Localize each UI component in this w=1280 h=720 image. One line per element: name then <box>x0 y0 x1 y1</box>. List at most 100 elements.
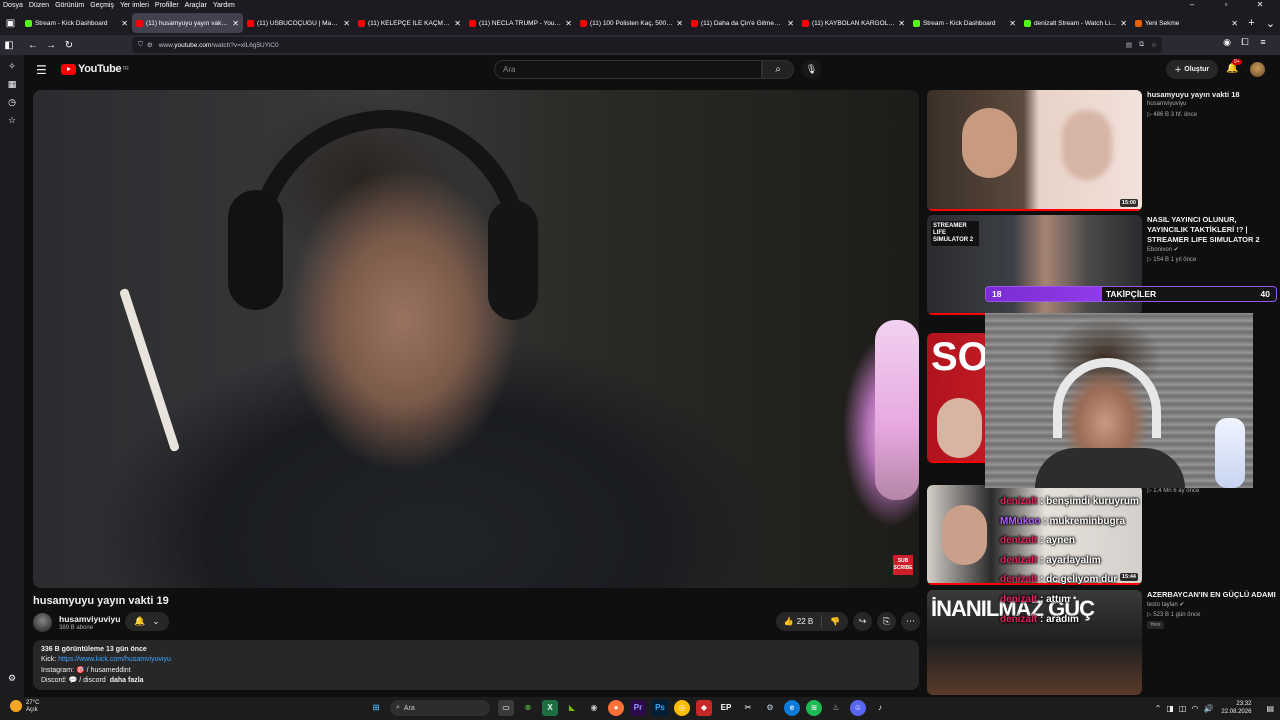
reload-icon[interactable]: ↻ <box>60 40 78 51</box>
close-tab-icon[interactable]: ✕ <box>565 19 572 28</box>
create-button[interactable]: + Oluştur <box>1166 60 1218 79</box>
video-player[interactable]: SUB SCRIBE <box>33 90 919 588</box>
tiktok-icon[interactable]: ♪ <box>872 700 888 716</box>
channel-avatar[interactable] <box>33 613 52 632</box>
menu-file[interactable]: Dosya <box>3 2 23 9</box>
close-tab-icon[interactable]: ✕ <box>232 19 239 28</box>
rec-channel-1[interactable]: husamviyuviyu <box>1147 101 1186 107</box>
close-tab-icon[interactable]: ✕ <box>676 19 683 28</box>
firefox-icon[interactable]: ● <box>608 700 624 716</box>
permissions-icon[interactable]: ⚙ <box>147 41 153 49</box>
new-tab-icon[interactable]: + <box>1242 11 1261 35</box>
notifications-icon[interactable]: 🔔 9+ <box>1226 59 1242 74</box>
browser-tab[interactable]: (11) USBUCOÇUGU | Madara C...✕ <box>243 13 354 33</box>
youtube-logo[interactable]: YouTube TR <box>61 63 129 75</box>
obs-icon[interactable]: ◉ <box>586 700 602 716</box>
account-icon[interactable]: ◉ <box>1218 37 1236 48</box>
browser-tab[interactable]: (11) 100 Polisten Kaç, 500.000 ...✕ <box>576 13 687 33</box>
premiere-icon[interactable]: Pr <box>630 700 646 716</box>
rec-channel-2[interactable]: Ebonivon ✔ <box>1147 246 1179 253</box>
rec-title-5[interactable]: AZERBAYCAN'IN EN GÜÇLÜ ADAMI <box>1147 590 1277 600</box>
channel-name[interactable]: husamviyuviyu <box>59 614 120 624</box>
spotify-icon[interactable]: ≋ <box>806 700 822 716</box>
save-button[interactable]: ⎘ <box>877 612 896 631</box>
close-tab-icon[interactable]: ✕ <box>787 19 794 28</box>
close-tab-icon[interactable]: ✕ <box>1231 19 1238 28</box>
photoshop-icon[interactable]: Ps <box>652 700 668 716</box>
menu-profiles[interactable]: Profiller <box>155 2 179 9</box>
show-more-button[interactable]: daha fazla <box>110 677 144 684</box>
customize-icon[interactable]: ⚙ <box>8 673 16 691</box>
search-icon[interactable]: ⌕ <box>762 60 794 79</box>
rec-thumbnail-1[interactable]: 15:00 <box>927 90 1142 211</box>
minimize-icon[interactable]: – <box>1178 0 1206 11</box>
close-tab-icon[interactable]: ✕ <box>898 19 905 28</box>
close-tab-icon[interactable]: ✕ <box>454 19 461 28</box>
wifi-icon[interactable]: ◠ <box>1191 704 1198 713</box>
microphone-icon[interactable]: 🎙 <box>802 60 821 79</box>
edge-icon[interactable]: e <box>784 700 800 716</box>
volume-icon[interactable]: 🔊 <box>1203 704 1213 713</box>
chevron-up-icon[interactable]: ⌃ <box>1155 704 1162 713</box>
close-tab-icon[interactable]: ✕ <box>343 19 350 28</box>
history-icon[interactable]: ◷ <box>8 97 16 115</box>
chrome-icon[interactable]: ◎ <box>674 700 690 716</box>
menu-bookmarks[interactable]: Yer imleri <box>120 2 149 9</box>
discord-icon[interactable]: ☺ <box>850 700 866 716</box>
epic-icon[interactable]: EP <box>718 700 734 716</box>
steam-app-icon[interactable]: ♨ <box>828 700 844 716</box>
browser-tab[interactable]: (11) KELEPÇE İLE KAÇMIŞ BİRİ...✕ <box>354 13 465 33</box>
bookmarks-icon[interactable]: ☆ <box>8 115 16 133</box>
xbox-icon[interactable]: ⊗ <box>520 700 536 716</box>
menu-view[interactable]: Görünüm <box>55 2 84 9</box>
bookmark-star-icon[interactable]: ☆ <box>1151 41 1157 49</box>
kick-link[interactable]: https://www.kick.com/husamviyuviyu <box>58 656 171 663</box>
reader-view-icon[interactable]: ▤ <box>1126 41 1132 49</box>
capcut-icon[interactable]: ✂ <box>740 700 756 716</box>
description-box[interactable]: 336 B görüntüleme 13 gün önce Kick: http… <box>33 640 919 690</box>
browser-tab[interactable]: (11) Daha da Çin'e Gitmem! (Hi...✕ <box>687 13 798 33</box>
notification-center-icon[interactable]: ▤ <box>1266 704 1274 713</box>
rec-title-2[interactable]: NASIL YAYINCI OLUNUR, YAYINCILIK TAKTİKL… <box>1147 215 1277 245</box>
sidebar-panel-icon[interactable]: ◧ <box>0 40 18 51</box>
sidebar-toggle-icon[interactable]: ▣ <box>0 11 21 35</box>
subscribe-watermark[interactable]: SUB SCRIBE <box>893 555 913 575</box>
menu-help[interactable]: Yardım <box>213 2 235 9</box>
guide-menu-icon[interactable]: ☰ <box>36 63 47 77</box>
browser-tab[interactable]: denizalt Stream - Watch Live o...✕ <box>1020 13 1131 33</box>
menu-history[interactable]: Geçmiş <box>90 2 114 9</box>
close-tab-icon[interactable]: ✕ <box>121 19 128 28</box>
avatar[interactable] <box>1250 62 1265 77</box>
forward-icon[interactable]: → <box>42 40 60 51</box>
browser-tab[interactable]: (11) NECLA TRUMP - YouTube ✕ <box>465 13 576 33</box>
ai-chat-icon[interactable]: ✧ <box>8 61 16 79</box>
shield-icon[interactable]: ⛉ <box>138 41 143 49</box>
nvidia-icon[interactable]: ◣ <box>564 700 580 716</box>
like-button[interactable]: 👍 22 B <box>776 615 822 628</box>
close-window-icon[interactable]: ✕ <box>1246 0 1274 11</box>
browser-tab[interactable]: Yeni Sekme ✕ <box>1131 13 1242 33</box>
rec-title-1[interactable]: husamyuyu yayın vakti 18 <box>1147 90 1277 100</box>
task-view-icon[interactable]: ▭ <box>498 700 514 716</box>
tray-app2-icon[interactable]: ◫ <box>1179 704 1187 713</box>
instagram-line[interactable]: Instagram: 🎯 / husameddint <box>41 666 911 676</box>
tab-list-icon[interactable]: ⌄ <box>1261 11 1280 35</box>
weather-widget[interactable]: 27°C Açık <box>10 700 39 714</box>
search-input[interactable]: Ara <box>494 60 762 79</box>
menu-icon[interactable]: ≡ <box>1254 37 1272 48</box>
browser-tab[interactable]: Stream - Kick Dashboard ✕ <box>21 13 132 33</box>
synced-tabs-icon[interactable]: ▦ <box>8 79 17 97</box>
close-tab-icon[interactable]: ✕ <box>1120 19 1127 28</box>
dislike-button[interactable]: 👎 <box>822 617 848 626</box>
windows-start-icon[interactable]: ⊞ <box>368 700 384 716</box>
rec-channel-5[interactable]: testo taylan ✔ <box>1147 601 1184 608</box>
app-icon[interactable]: ◆ <box>696 700 712 716</box>
tray-app-icon[interactable]: ◨ <box>1166 704 1174 713</box>
url-bar[interactable]: ⛉ ⚙ www. youtube.com/watch?v=xlL6g5UYiC0 … <box>132 37 1162 53</box>
discord-link[interactable]: Discord: 💬 / discord <box>41 677 106 684</box>
excel-icon[interactable]: X <box>542 700 558 716</box>
browser-tab[interactable]: (11) husamyuyu yayın vakti 19 ✕ <box>131 13 243 33</box>
maximize-icon[interactable]: ▫ <box>1212 0 1240 11</box>
subscribed-button[interactable]: 🔔 ⌄ <box>125 612 169 631</box>
menu-tools[interactable]: Araçlar <box>185 2 207 9</box>
